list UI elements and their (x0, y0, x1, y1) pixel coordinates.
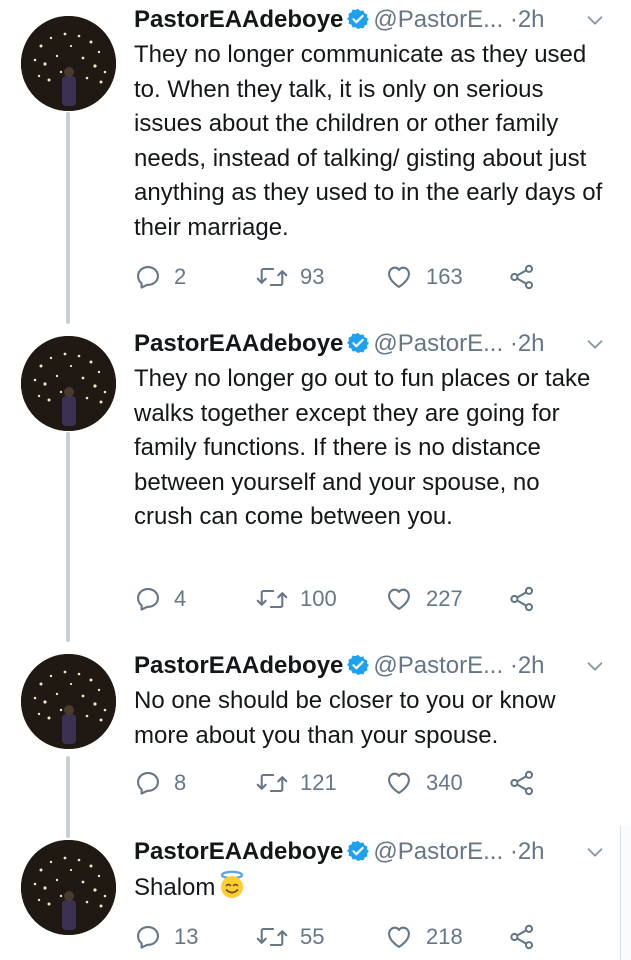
avatar[interactable] (21, 840, 116, 935)
share-button[interactable] (508, 262, 536, 292)
retweet-icon (256, 263, 288, 291)
reply-icon (134, 923, 162, 951)
verified-badge-icon (347, 837, 370, 873)
tweet-actions: 2 93 163 (134, 262, 614, 292)
share-icon (508, 923, 536, 951)
retweet-count: 121 (300, 770, 337, 795)
share-icon (508, 585, 536, 613)
separator-dot: · (509, 652, 518, 679)
verified-badge-icon (347, 329, 370, 365)
reply-count: 13 (174, 924, 199, 949)
timestamp[interactable]: 2h (518, 6, 545, 33)
tweet-text: No one should be closer to you or know m… (134, 687, 556, 749)
chevron-down-icon[interactable] (584, 838, 606, 874)
reply-icon (134, 263, 162, 291)
tweet-header: PastorEAAdeboye @PastorE... ·2h (134, 2, 614, 38)
author-handle[interactable]: @PastorE... (373, 6, 503, 33)
tweet-text: They no longer communicate as they used … (134, 41, 603, 241)
retweet-button[interactable]: 100 (256, 584, 337, 614)
separator-dot: · (509, 330, 518, 357)
retweet-count: 100 (300, 586, 337, 611)
tweet-text: Shalom (134, 870, 604, 911)
smiling-face-with-halo-emoji (217, 870, 247, 911)
tweet-actions: 8 121 340 (134, 768, 614, 798)
author-handle[interactable]: @PastorE... (373, 838, 503, 865)
tweet-text: They no longer go out to fun places or t… (134, 365, 591, 530)
author-name[interactable]: PastorEAAdeboye (134, 6, 343, 33)
avatar[interactable] (21, 336, 116, 431)
author-handle[interactable]: @PastorE... (373, 330, 503, 357)
share-button[interactable] (508, 584, 536, 614)
share-button[interactable] (508, 922, 536, 952)
share-icon (508, 769, 536, 797)
avatar[interactable] (21, 16, 116, 111)
avatar[interactable] (21, 654, 116, 749)
timestamp[interactable]: 2h (518, 652, 545, 679)
like-button[interactable]: 340 (384, 768, 463, 798)
like-button[interactable]: 218 (384, 922, 463, 952)
chevron-down-icon[interactable] (584, 330, 606, 366)
scroll-edge (620, 826, 631, 960)
reply-button[interactable]: 4 (134, 584, 186, 614)
tweet-actions: 13 55 218 (134, 922, 614, 952)
retweet-button[interactable]: 93 (256, 262, 324, 292)
chevron-down-icon[interactable] (584, 6, 606, 42)
retweet-button[interactable]: 121 (256, 768, 337, 798)
heart-icon (384, 769, 414, 797)
timestamp[interactable]: 2h (518, 330, 545, 357)
separator-dot: · (509, 838, 518, 865)
tweet-header: PastorEAAdeboye @PastorE... ·2h (134, 326, 614, 362)
like-count: 227 (426, 586, 463, 611)
heart-icon (384, 923, 414, 951)
reply-button[interactable]: 13 (134, 922, 198, 952)
retweet-icon (256, 923, 288, 951)
timestamp[interactable]: 2h (518, 838, 545, 865)
author-handle[interactable]: @PastorE... (373, 652, 503, 679)
tweet-actions: 4 100 227 (134, 584, 614, 614)
heart-icon (384, 263, 414, 291)
tweet-header: PastorEAAdeboye @PastorE... ·2h (134, 648, 614, 684)
share-icon (508, 263, 536, 291)
tweet-text-content: Shalom (134, 874, 216, 901)
like-count: 340 (426, 770, 463, 795)
reply-count: 2 (174, 264, 187, 289)
reply-icon (134, 585, 162, 613)
retweet-count: 93 (300, 264, 325, 289)
heart-icon (384, 585, 414, 613)
retweet-count: 55 (300, 924, 325, 949)
tweet[interactable]: PastorEAAdeboye @PastorE... ·2h No one sh… (0, 648, 631, 818)
retweet-icon (256, 769, 288, 797)
retweet-icon (256, 585, 288, 613)
author-name[interactable]: PastorEAAdeboye (134, 652, 343, 679)
reply-button[interactable]: 8 (134, 768, 186, 798)
reply-count: 4 (174, 586, 187, 611)
author-name[interactable]: PastorEAAdeboye (134, 838, 343, 865)
share-button[interactable] (508, 768, 536, 798)
author-name[interactable]: PastorEAAdeboye (134, 330, 343, 357)
retweet-button[interactable]: 55 (256, 922, 324, 952)
tweet-header: PastorEAAdeboye @PastorE... ·2h (134, 834, 614, 870)
verified-badge-icon (347, 651, 370, 687)
like-count: 218 (426, 924, 463, 949)
like-button[interactable]: 163 (384, 262, 463, 292)
verified-badge-icon (347, 5, 370, 41)
reply-icon (134, 769, 162, 797)
separator-dot: · (509, 6, 518, 33)
like-count: 163 (426, 264, 463, 289)
chevron-down-icon[interactable] (584, 652, 606, 688)
tweet[interactable]: PastorEAAdeboye @PastorE... ·2h Shalom 13… (0, 834, 631, 960)
tweet[interactable]: PastorEAAdeboye @PastorE... ·2h They no l… (0, 326, 631, 626)
tweet[interactable]: PastorEAAdeboye @PastorE... ·2h They no l… (0, 2, 631, 322)
like-button[interactable]: 227 (384, 584, 463, 614)
reply-count: 8 (174, 770, 187, 795)
reply-button[interactable]: 2 (134, 262, 186, 292)
